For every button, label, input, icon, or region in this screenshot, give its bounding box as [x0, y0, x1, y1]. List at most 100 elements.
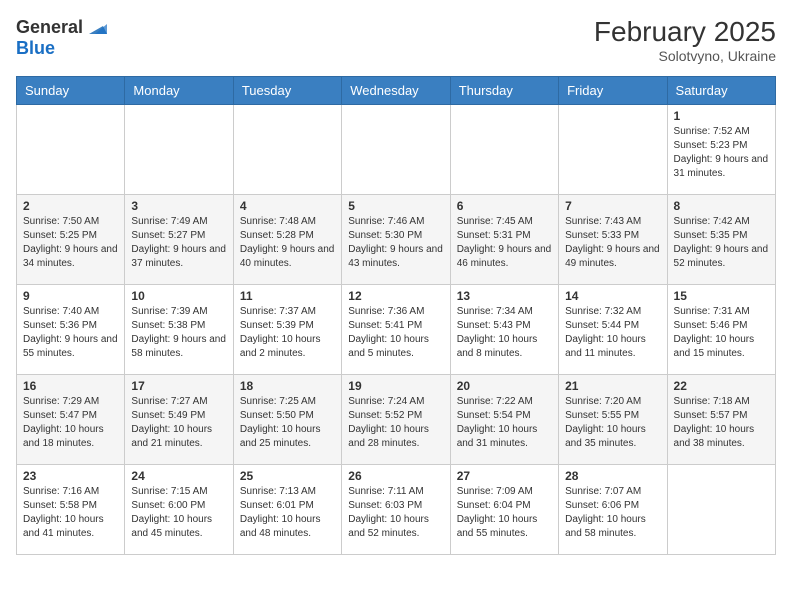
- logo-blue: Blue: [16, 38, 55, 59]
- calendar-cell: 1 Sunrise: 7:52 AM Sunset: 5:23 PM Daylig…: [667, 105, 775, 195]
- day-info: Sunrise: 7:32 AM Sunset: 5:44 PM Dayligh…: [565, 305, 660, 361]
- day-info: Sunrise: 7:07 AM Sunset: 6:06 PM Dayligh…: [565, 485, 660, 541]
- day-number: 7: [565, 199, 660, 213]
- logo-general: General: [16, 17, 83, 38]
- day-info: Sunrise: 7:36 AM Sunset: 5:41 PM Dayligh…: [348, 305, 443, 361]
- day-info: Sunrise: 7:09 AM Sunset: 6:04 PM Dayligh…: [457, 485, 552, 541]
- calendar-cell: 9 Sunrise: 7:40 AM Sunset: 5:36 PM Daylig…: [17, 285, 125, 375]
- day-info: Sunrise: 7:46 AM Sunset: 5:30 PM Dayligh…: [348, 215, 443, 271]
- day-number: 16: [23, 379, 118, 393]
- weekday-header-thursday: Thursday: [450, 77, 558, 105]
- calendar-cell: [342, 105, 450, 195]
- day-info: Sunrise: 7:42 AM Sunset: 5:35 PM Dayligh…: [674, 215, 769, 271]
- day-number: 26: [348, 469, 443, 483]
- calendar-cell: 4Sunrise: 7:48 AM Sunset: 5:28 PM Daylig…: [233, 195, 341, 285]
- weekday-header-wednesday: Wednesday: [342, 77, 450, 105]
- calendar-cell: 27 Sunrise: 7:09 AM Sunset: 6:04 PM Dayli…: [450, 465, 558, 555]
- calendar-cell: 25 Sunrise: 7:13 AM Sunset: 6:01 PM Dayli…: [233, 465, 341, 555]
- calendar-cell: 28 Sunrise: 7:07 AM Sunset: 6:06 PM Dayli…: [559, 465, 667, 555]
- day-info: Sunrise: 7:24 AM Sunset: 5:52 PM Dayligh…: [348, 395, 443, 451]
- day-number: 21: [565, 379, 660, 393]
- calendar-cell: 10Sunrise: 7:39 AM Sunset: 5:38 PM Dayli…: [125, 285, 233, 375]
- day-info: Sunrise: 7:50 AM Sunset: 5:25 PM Dayligh…: [23, 215, 118, 271]
- day-number: 15: [674, 289, 769, 303]
- calendar-week-row: 2 Sunrise: 7:50 AM Sunset: 5:25 PM Daylig…: [17, 195, 776, 285]
- day-number: 2: [23, 199, 118, 213]
- day-info: Sunrise: 7:18 AM Sunset: 5:57 PM Dayligh…: [674, 395, 769, 451]
- calendar-cell: 20Sunrise: 7:22 AM Sunset: 5:54 PM Dayli…: [450, 375, 558, 465]
- day-number: 25: [240, 469, 335, 483]
- logo: General Blue: [16, 16, 107, 59]
- calendar-table: SundayMondayTuesdayWednesdayThursdayFrid…: [16, 76, 776, 555]
- calendar-cell: [667, 465, 775, 555]
- day-info: Sunrise: 7:48 AM Sunset: 5:28 PM Dayligh…: [240, 215, 335, 271]
- day-number: 20: [457, 379, 552, 393]
- day-number: 22: [674, 379, 769, 393]
- day-number: 17: [131, 379, 226, 393]
- weekday-header-friday: Friday: [559, 77, 667, 105]
- weekday-header-sunday: Sunday: [17, 77, 125, 105]
- day-info: Sunrise: 7:43 AM Sunset: 5:33 PM Dayligh…: [565, 215, 660, 271]
- day-number: 8: [674, 199, 769, 213]
- day-info: Sunrise: 7:11 AM Sunset: 6:03 PM Dayligh…: [348, 485, 443, 541]
- day-info: Sunrise: 7:27 AM Sunset: 5:49 PM Dayligh…: [131, 395, 226, 451]
- day-number: 28: [565, 469, 660, 483]
- day-info: Sunrise: 7:13 AM Sunset: 6:01 PM Dayligh…: [240, 485, 335, 541]
- day-number: 14: [565, 289, 660, 303]
- calendar-cell: [125, 105, 233, 195]
- calendar-cell: 12 Sunrise: 7:36 AM Sunset: 5:41 PM Dayli…: [342, 285, 450, 375]
- calendar-cell: 15Sunrise: 7:31 AM Sunset: 5:46 PM Dayli…: [667, 285, 775, 375]
- day-number: 11: [240, 289, 335, 303]
- calendar-cell: 26 Sunrise: 7:11 AM Sunset: 6:03 PM Dayli…: [342, 465, 450, 555]
- day-number: 5: [348, 199, 443, 213]
- calendar-cell: 19 Sunrise: 7:24 AM Sunset: 5:52 PM Dayli…: [342, 375, 450, 465]
- location-subtitle: Solotvyno, Ukraine: [594, 48, 776, 64]
- weekday-header-row: SundayMondayTuesdayWednesdayThursdayFrid…: [17, 77, 776, 105]
- calendar-cell: [233, 105, 341, 195]
- logo-icon: [85, 16, 107, 38]
- day-info: Sunrise: 7:37 AM Sunset: 5:39 PM Dayligh…: [240, 305, 335, 361]
- day-number: 13: [457, 289, 552, 303]
- day-info: Sunrise: 7:20 AM Sunset: 5:55 PM Dayligh…: [565, 395, 660, 451]
- day-info: Sunrise: 7:34 AM Sunset: 5:43 PM Dayligh…: [457, 305, 552, 361]
- month-year-title: February 2025: [594, 16, 776, 48]
- calendar-cell: 21 Sunrise: 7:20 AM Sunset: 5:55 PM Dayli…: [559, 375, 667, 465]
- calendar-cell: 7 Sunrise: 7:43 AM Sunset: 5:33 PM Daylig…: [559, 195, 667, 285]
- calendar-cell: 5 Sunrise: 7:46 AM Sunset: 5:30 PM Daylig…: [342, 195, 450, 285]
- day-number: 1: [674, 109, 769, 123]
- day-info: Sunrise: 7:52 AM Sunset: 5:23 PM Dayligh…: [674, 125, 769, 181]
- weekday-header-monday: Monday: [125, 77, 233, 105]
- calendar-cell: [450, 105, 558, 195]
- calendar-cell: 24 Sunrise: 7:15 AM Sunset: 6:00 PM Dayli…: [125, 465, 233, 555]
- day-number: 3: [131, 199, 226, 213]
- calendar-cell: 8 Sunrise: 7:42 AM Sunset: 5:35 PM Daylig…: [667, 195, 775, 285]
- calendar-cell: 22 Sunrise: 7:18 AM Sunset: 5:57 PM Dayli…: [667, 375, 775, 465]
- day-info: Sunrise: 7:40 AM Sunset: 5:36 PM Dayligh…: [23, 305, 118, 361]
- day-number: 12: [348, 289, 443, 303]
- day-info: Sunrise: 7:15 AM Sunset: 6:00 PM Dayligh…: [131, 485, 226, 541]
- day-number: 24: [131, 469, 226, 483]
- day-info: Sunrise: 7:45 AM Sunset: 5:31 PM Dayligh…: [457, 215, 552, 271]
- day-info: Sunrise: 7:16 AM Sunset: 5:58 PM Dayligh…: [23, 485, 118, 541]
- calendar-cell: 17 Sunrise: 7:27 AM Sunset: 5:49 PM Dayli…: [125, 375, 233, 465]
- day-number: 6: [457, 199, 552, 213]
- calendar-cell: 2 Sunrise: 7:50 AM Sunset: 5:25 PM Daylig…: [17, 195, 125, 285]
- title-block: February 2025 Solotvyno, Ukraine: [594, 16, 776, 64]
- day-number: 9: [23, 289, 118, 303]
- day-info: Sunrise: 7:25 AM Sunset: 5:50 PM Dayligh…: [240, 395, 335, 451]
- calendar-week-row: 23 Sunrise: 7:16 AM Sunset: 5:58 PM Dayli…: [17, 465, 776, 555]
- weekday-header-saturday: Saturday: [667, 77, 775, 105]
- calendar-cell: 16Sunrise: 7:29 AM Sunset: 5:47 PM Dayli…: [17, 375, 125, 465]
- calendar-week-row: 1 Sunrise: 7:52 AM Sunset: 5:23 PM Daylig…: [17, 105, 776, 195]
- day-number: 23: [23, 469, 118, 483]
- calendar-cell: 3Sunrise: 7:49 AM Sunset: 5:27 PM Daylig…: [125, 195, 233, 285]
- day-number: 27: [457, 469, 552, 483]
- calendar-cell: 11 Sunrise: 7:37 AM Sunset: 5:39 PM Dayli…: [233, 285, 341, 375]
- calendar-cell: 13 Sunrise: 7:34 AM Sunset: 5:43 PM Dayli…: [450, 285, 558, 375]
- day-number: 19: [348, 379, 443, 393]
- page-header: General Blue February 2025 Solotvyno, Uk…: [16, 16, 776, 64]
- calendar-week-row: 9 Sunrise: 7:40 AM Sunset: 5:36 PM Daylig…: [17, 285, 776, 375]
- day-number: 10: [131, 289, 226, 303]
- calendar-cell: [17, 105, 125, 195]
- calendar-cell: 18Sunrise: 7:25 AM Sunset: 5:50 PM Dayli…: [233, 375, 341, 465]
